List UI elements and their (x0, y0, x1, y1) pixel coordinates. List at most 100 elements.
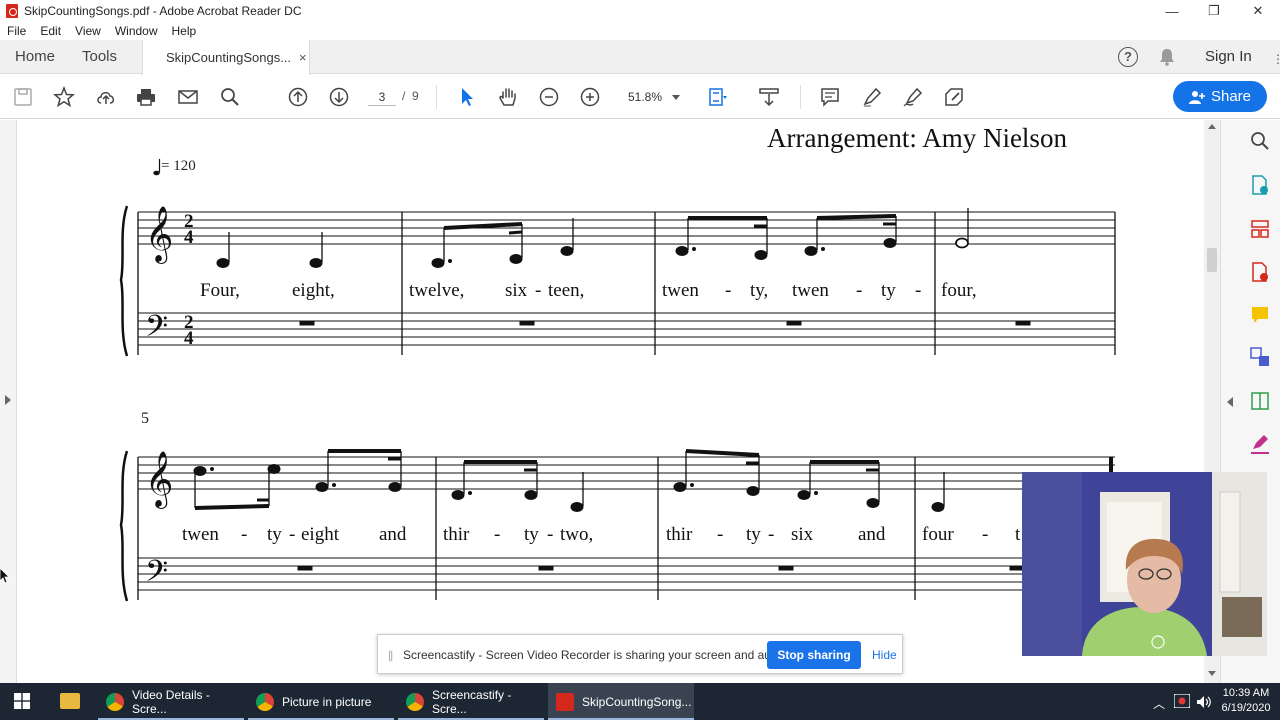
page-separator: / (402, 89, 406, 103)
taskbar-item-acrobat[interactable]: SkipCountingSong... (548, 683, 694, 720)
file-explorer-icon[interactable] (60, 693, 80, 709)
page-number-input[interactable]: 3 (368, 88, 396, 106)
fit-page-icon[interactable] (705, 85, 729, 109)
clock-time: 10:39 AM (1222, 687, 1270, 699)
email-icon[interactable] (176, 85, 200, 109)
staff-lines-row2 (138, 456, 1115, 591)
menu-file[interactable]: File (7, 24, 26, 38)
scrolling-mode-icon[interactable] (757, 85, 781, 109)
mouse-cursor-icon (0, 568, 10, 584)
tab-bar: Home Tools SkipCountingSongs... × (0, 40, 1280, 75)
lyric-syllable: twen (792, 280, 829, 301)
lyric-syllable: eight (301, 524, 339, 545)
clock-date: 6/19/2020 (1221, 702, 1271, 714)
lyric-syllable: ty (524, 524, 539, 545)
chrome-icon (106, 692, 124, 711)
previous-page-icon[interactable] (286, 85, 310, 109)
maximize-button[interactable]: ❐ (1192, 0, 1236, 22)
treble-clef-icon: 𝄞 (145, 451, 173, 509)
lyric-syllable: teen, (548, 280, 585, 301)
lyric-hyphen: - (241, 524, 248, 545)
brace-row1 (119, 205, 129, 357)
lyric-syllable: ty (881, 280, 896, 301)
show-hidden-icons-chevron-icon[interactable]: ︿ (1153, 695, 1165, 712)
scroll-up-arrow-icon[interactable] (1208, 124, 1216, 129)
lyric-hyphen: - (856, 280, 863, 301)
more-menu-icon[interactable]: ⋮ (1272, 52, 1280, 66)
taskbar-item-screencastify[interactable]: Screencastify - Scre... (398, 683, 544, 720)
tab-home[interactable]: Home (15, 40, 55, 74)
combine-files-icon[interactable] (1249, 346, 1271, 368)
notifications-bell-icon[interactable] (1159, 48, 1175, 66)
lyric-hyphen: - (547, 524, 554, 545)
tab-document[interactable]: SkipCountingSongs... × (142, 40, 310, 75)
chevron-down-icon (672, 95, 680, 100)
total-pages: 9 (412, 89, 419, 103)
toolbar-divider (436, 85, 437, 109)
lyric-hyphen: - (982, 524, 989, 545)
minimize-button[interactable]: — (1150, 0, 1194, 22)
taskbar-item-label: SkipCountingSong... (582, 694, 692, 709)
zoom-in-icon[interactable] (578, 85, 602, 109)
create-pdf-icon[interactable] (1249, 261, 1271, 283)
acrobat-icon (556, 692, 574, 711)
collapse-pane-icon[interactable] (1227, 397, 1233, 407)
left-navigation-pane[interactable] (0, 120, 17, 683)
bookmark-star-icon[interactable] (52, 85, 76, 109)
draw-sign-icon[interactable] (901, 85, 925, 109)
window-title: SkipCountingSongs.pdf - Adobe Acrobat Re… (24, 4, 302, 18)
windows-start-icon[interactable] (14, 693, 30, 709)
lyric-syllable: twelve, (409, 280, 465, 301)
main-toolbar: 3 / 9 51.8% Share (0, 75, 1280, 119)
print-icon[interactable] (134, 85, 158, 109)
export-pdf-icon[interactable] (1249, 174, 1271, 196)
comment-icon[interactable] (818, 85, 842, 109)
webcam-video-overlay[interactable] (1022, 472, 1267, 656)
taskbar-item-picture-in-picture[interactable]: Picture in picture (248, 683, 394, 720)
sharing-message: Screencastify - Screen Video Recorder is… (403, 648, 791, 662)
barlines-row2 (137, 457, 1113, 600)
system-clock[interactable]: 10:39 AM 6/19/2020 (1218, 686, 1274, 716)
share-button[interactable]: Share (1173, 81, 1267, 112)
highlight-pen-icon[interactable] (860, 85, 884, 109)
expand-pane-icon[interactable] (5, 395, 11, 405)
menu-edit[interactable]: Edit (40, 24, 61, 38)
tab-tools[interactable]: Tools (82, 40, 117, 74)
zoom-tool-icon[interactable] (1249, 130, 1271, 152)
lyric-syllable: twen (182, 524, 219, 545)
recording-indicator-icon[interactable] (1174, 694, 1190, 708)
search-icon[interactable] (218, 85, 242, 109)
zoom-out-icon[interactable] (537, 85, 561, 109)
scrollbar-thumb[interactable] (1207, 248, 1217, 272)
lyric-syllable: eight, (292, 280, 335, 301)
hand-tool-icon[interactable] (496, 85, 520, 109)
scroll-down-arrow-icon[interactable] (1208, 671, 1216, 676)
hide-notification-link[interactable]: Hide (872, 648, 897, 662)
upload-cloud-icon[interactable] (94, 85, 118, 109)
stop-sharing-button[interactable]: Stop sharing (767, 641, 861, 669)
drag-handle-icon[interactable]: || (388, 648, 393, 662)
taskbar-item-label: Video Details - Scre... (132, 687, 210, 716)
close-window-button[interactable]: ✕ (1236, 0, 1280, 22)
menu-help[interactable]: Help (172, 24, 197, 38)
select-cursor-icon[interactable] (455, 85, 479, 109)
compress-pdf-icon[interactable] (1249, 390, 1271, 412)
next-page-icon[interactable] (327, 85, 351, 109)
screen-sharing-notification: || Screencastify - Screen Video Recorder… (377, 634, 903, 674)
sign-in-link[interactable]: Sign In (1205, 48, 1252, 65)
taskbar-item-video-details[interactable]: Video Details - Scre... (98, 683, 244, 720)
help-icon[interactable]: ? (1118, 47, 1138, 67)
chrome-icon (256, 692, 274, 711)
bass-clef-icon: 𝄢 (145, 555, 168, 596)
organize-pages-icon[interactable] (1249, 218, 1271, 240)
lyric-syllable: ty (267, 524, 282, 545)
close-tab-icon[interactable]: × (299, 50, 307, 65)
menu-view[interactable]: View (75, 24, 101, 38)
volume-icon[interactable] (1196, 695, 1212, 709)
save-icon[interactable] (11, 85, 35, 109)
fill-sign-icon[interactable] (942, 85, 966, 109)
comment-tool-icon[interactable] (1249, 304, 1271, 326)
menu-window[interactable]: Window (115, 24, 158, 38)
fill-sign-tool-icon[interactable] (1249, 433, 1271, 455)
zoom-level-select[interactable]: 51.8% (620, 86, 686, 108)
